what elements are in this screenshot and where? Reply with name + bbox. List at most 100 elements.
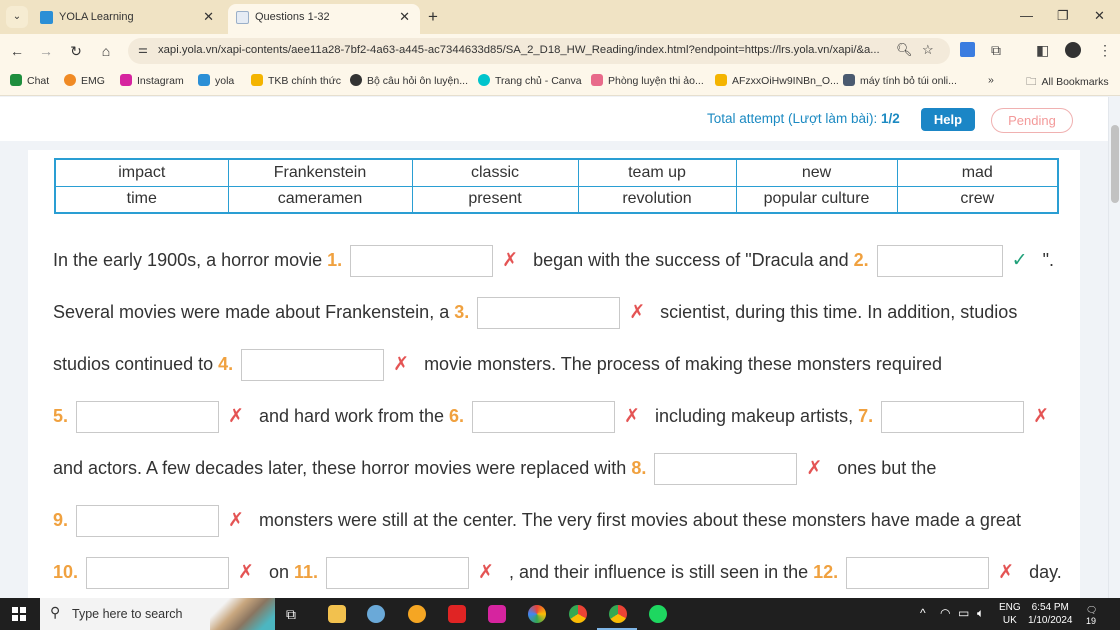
- wrong-mark-icon: ✗: [478, 562, 494, 583]
- back-icon[interactable]: ←: [6, 40, 28, 62]
- chat-icon: [10, 74, 22, 86]
- question-number: 6.: [449, 406, 465, 426]
- wrong-mark-icon: ✗: [228, 510, 244, 531]
- paint-icon[interactable]: [367, 605, 385, 623]
- profile-avatar[interactable]: [1065, 42, 1081, 58]
- pending-status-button[interactable]: Pending: [991, 108, 1073, 133]
- bookmark-yola[interactable]: yola: [198, 74, 234, 87]
- wrong-mark-icon: ✗: [624, 406, 640, 427]
- wrong-mark-icon: ✗: [998, 562, 1015, 583]
- url-text[interactable]: xapi.yola.vn/xapi-contents/aee11a28-7bf2…: [158, 44, 880, 56]
- volume-icon[interactable]: 🔈︎: [977, 606, 984, 621]
- attempt-value: 1/2: [880, 111, 900, 126]
- close-icon[interactable]: ✕: [399, 4, 410, 30]
- question-number: 11.: [293, 562, 319, 582]
- bookmark-star-icon[interactable]: ☆: [922, 42, 934, 58]
- tab-yola-learning[interactable]: YOLA Learning ✕: [32, 4, 224, 34]
- browser-app-icon[interactable]: [408, 605, 426, 623]
- wifi-icon[interactable]: ◠: [940, 606, 950, 620]
- word-bank-row: time cameramen present revolution popula…: [54, 185, 1059, 214]
- answer-input-8[interactable]: [654, 453, 798, 486]
- taskbar-search-box[interactable]: ⚲ Type here to search: [40, 598, 275, 630]
- bookmark-emg[interactable]: EMG: [64, 74, 105, 87]
- answer-input-9[interactable]: [76, 505, 220, 538]
- answer-input-5[interactable]: [76, 401, 220, 434]
- chrome-profile-icon[interactable]: [609, 605, 627, 623]
- bookmark-bo-cau-hoi[interactable]: Bộ câu hỏi ôn luyện...: [350, 74, 468, 87]
- wrong-mark-icon: ✗: [238, 562, 254, 583]
- word-bank-cell: present: [411, 185, 579, 214]
- clock[interactable]: 6:54 PM 1/10/2024: [1028, 601, 1073, 627]
- all-bookmarks-button[interactable]: 🗀 All Bookmarks: [1026, 74, 1109, 92]
- calculator-icon: [843, 74, 855, 86]
- answer-input-4[interactable]: [241, 349, 385, 382]
- search-icon: ⚲: [50, 604, 61, 620]
- emg-icon: [64, 74, 76, 86]
- chrome-icon[interactable]: [569, 605, 587, 623]
- zoom-icon[interactable]: 🔍︎: [896, 42, 913, 58]
- tab-questions[interactable]: Questions 1-32 ✕: [228, 4, 420, 34]
- home-icon[interactable]: ⌂: [95, 40, 117, 62]
- bookmark-tkb[interactable]: TKB chính thức: [251, 74, 341, 87]
- search-placeholder: Type here to search: [72, 607, 183, 621]
- folder-icon: 🗀: [1026, 76, 1037, 88]
- notification-center-icon[interactable]: 🗨19: [1086, 605, 1104, 626]
- answer-input-3[interactable]: [477, 297, 621, 330]
- browser-window: ⌄ YOLA Learning ✕ Questions 1-32 ✕ + — ❐…: [0, 0, 1120, 598]
- language-indicator[interactable]: ENG UK: [999, 601, 1021, 627]
- address-bar[interactable]: ⚌ xapi.yola.vn/xapi-contents/aee11a28-7b…: [128, 38, 950, 64]
- window-close-icon[interactable]: ✕: [1094, 6, 1105, 26]
- yola-favicon-icon: [40, 11, 53, 24]
- tab-search-button[interactable]: ⌄: [6, 6, 28, 28]
- red-app-icon[interactable]: [448, 605, 466, 623]
- help-button[interactable]: Help: [921, 108, 975, 131]
- question-number: 2.: [853, 250, 869, 270]
- bookmark-canva[interactable]: Trang chủ - Canva: [478, 74, 582, 87]
- answer-input-6[interactable]: [472, 401, 616, 434]
- answer-input-7[interactable]: [881, 401, 1025, 434]
- answer-input-2[interactable]: [876, 245, 1003, 278]
- word-bank-cell: impact: [54, 158, 229, 187]
- bookmark-instagram[interactable]: Instagram: [120, 74, 184, 87]
- site-info-icon[interactable]: ⚌: [138, 43, 148, 56]
- notification-count: 19: [1086, 616, 1097, 626]
- windows-start-icon[interactable]: [12, 607, 26, 621]
- bookmark-chat[interactable]: Chat: [10, 74, 49, 87]
- bookmark-phong-luyen-thi[interactable]: Phòng luyện thi ảo...: [591, 74, 704, 87]
- forward-icon[interactable]: →: [35, 40, 57, 62]
- photos-icon[interactable]: [528, 605, 546, 623]
- windows-taskbar: ⚲ Type here to search ⧉ ^ ◠ ▭ 🔈︎ ENG UK 6…: [0, 598, 1120, 630]
- word-bank-cell: new: [735, 158, 898, 187]
- tray-overflow-icon[interactable]: ^: [920, 606, 926, 620]
- answer-input-12[interactable]: [846, 557, 990, 590]
- instagram-icon[interactable]: [488, 605, 506, 623]
- answer-input-10[interactable]: [86, 557, 230, 590]
- tab-strip: ⌄ YOLA Learning ✕ Questions 1-32 ✕ + — ❐…: [0, 0, 1120, 34]
- wrong-mark-icon: ✗: [393, 354, 410, 375]
- reload-icon[interactable]: ↻: [65, 40, 87, 62]
- side-panel-icon[interactable]: ◧: [1036, 42, 1049, 59]
- scrollbar-thumb[interactable]: [1111, 125, 1119, 203]
- answer-input-1[interactable]: [350, 245, 494, 278]
- spotify-icon[interactable]: [649, 605, 667, 623]
- new-tab-button[interactable]: +: [428, 4, 438, 30]
- word-bank-cell: popular culture: [735, 185, 898, 214]
- page-scrollbar[interactable]: [1108, 97, 1120, 598]
- word-bank-cell: cameramen: [227, 185, 413, 214]
- close-icon[interactable]: ✕: [203, 4, 214, 30]
- minimize-icon[interactable]: —: [1020, 6, 1033, 26]
- answer-input-11[interactable]: [326, 557, 470, 590]
- word-bank-table: impact Frankenstein classic team up new …: [54, 158, 1059, 214]
- menu-icon[interactable]: ⋮: [1098, 42, 1112, 59]
- bookmarks-overflow-button[interactable]: »: [988, 74, 994, 86]
- bookmark-may-tinh[interactable]: máy tính bỏ túi onli...: [843, 74, 957, 87]
- file-explorer-icon[interactable]: [328, 605, 346, 623]
- task-view-icon[interactable]: ⧉: [286, 605, 304, 623]
- restore-icon[interactable]: ❐: [1057, 6, 1069, 26]
- bookmark-afzxx[interactable]: AFzxxOiHw9INBn_O...: [715, 74, 839, 87]
- translate-extension-icon[interactable]: [960, 42, 975, 57]
- yola-icon: [198, 74, 210, 86]
- extensions-icon[interactable]: ⧉: [991, 42, 1001, 59]
- battery-icon[interactable]: ▭: [958, 606, 969, 620]
- tab-title: YOLA Learning: [59, 11, 134, 23]
